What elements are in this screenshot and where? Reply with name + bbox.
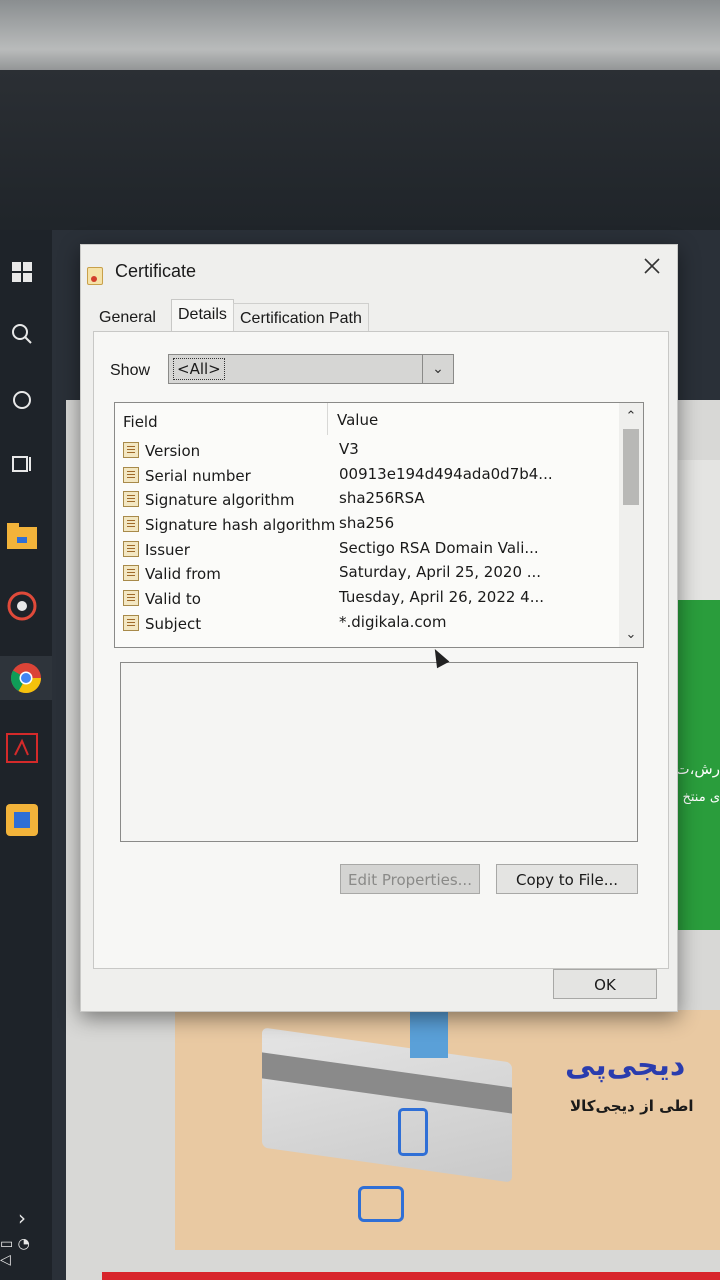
media-icon[interactable] xyxy=(0,584,44,628)
field-name: Signature algorithm xyxy=(145,491,295,510)
close-icon xyxy=(644,258,660,274)
field-value: *.digikala.com xyxy=(339,612,447,631)
phone-icon xyxy=(398,1108,428,1156)
field-detail-textbox[interactable] xyxy=(120,662,638,842)
list-item[interactable]: Valid to Tuesday, April 26, 2022 4... xyxy=(115,587,615,612)
fields-list[interactable]: Field Value Version V3 Serial number 009… xyxy=(114,402,644,648)
field-name: Signature hash algorithm xyxy=(145,516,336,535)
field-name: Issuer xyxy=(145,540,190,559)
field-value: Sectigo RSA Domain Vali... xyxy=(339,538,539,557)
chevron-down-icon[interactable]: ⌄ xyxy=(422,355,453,383)
list-item[interactable]: Signature hash algorithm sha256 xyxy=(115,513,615,538)
list-item[interactable]: Valid from Saturday, April 25, 2020 ... xyxy=(115,562,615,587)
list-scrollbar[interactable]: ⌃ ⌄ xyxy=(619,403,643,647)
column-divider[interactable] xyxy=(327,403,328,435)
chevron-down-icon[interactable]: ⌄ xyxy=(619,623,643,645)
certificate-field-icon xyxy=(123,491,139,508)
field-name: Version xyxy=(145,442,201,460)
copy-to-file-button[interactable]: Copy to File... xyxy=(496,864,638,894)
certificate-field-icon xyxy=(123,442,139,458)
field-value: V3 xyxy=(339,440,359,458)
field-name: Serial number xyxy=(145,466,251,485)
red-footer-bar xyxy=(102,1272,720,1280)
taskbar: › ▭ ◔ ◁ xyxy=(0,230,52,1280)
close-button[interactable] xyxy=(637,251,667,281)
show-dropdown[interactable]: <All> ⌄ xyxy=(168,354,454,384)
fridge-icon xyxy=(410,1010,448,1058)
certificate-field-icon xyxy=(123,565,139,582)
ok-button[interactable]: OK xyxy=(553,969,657,999)
field-name: Valid from xyxy=(145,565,221,584)
field-value: Tuesday, April 26, 2022 4... xyxy=(339,588,545,607)
show-dropdown-value: <All> xyxy=(173,358,225,380)
list-item[interactable]: Issuer Sectigo RSA Domain Vali... xyxy=(115,538,615,563)
list-item[interactable]: Signature algorithm sha256RSA xyxy=(115,488,615,513)
field-value: 00913e194d494ada0d7b4... xyxy=(339,464,553,483)
list-header: Field Value xyxy=(115,403,615,435)
system-tray-icons[interactable]: ▭ ◔ ◁ xyxy=(0,1230,44,1274)
certificate-icon xyxy=(87,267,103,285)
promo-brand-logo: دیجی‌پی xyxy=(565,1048,686,1083)
task-view-icon[interactable] xyxy=(0,442,44,486)
search-icon[interactable] xyxy=(0,312,44,356)
certificate-field-icon xyxy=(123,614,139,631)
camera-icon xyxy=(358,1186,404,1222)
title-bar[interactable]: Certificate xyxy=(81,245,677,289)
app-icon[interactable] xyxy=(0,798,44,842)
dialog-title: Certificate xyxy=(115,261,197,281)
tab-certification-path[interactable]: Certification Path xyxy=(233,303,369,332)
certificate-field-icon xyxy=(123,590,139,607)
acrobat-icon[interactable] xyxy=(0,726,44,770)
field-rows: Version V3 Serial number 00913e194d494ad… xyxy=(115,439,615,637)
list-item[interactable]: Serial number 00913e194d494ada0d7b4... xyxy=(115,464,615,489)
tab-details[interactable]: Details xyxy=(171,299,234,332)
field-value: Saturday, April 25, 2020 ... xyxy=(339,563,542,582)
show-label: Show xyxy=(110,362,151,379)
field-value: sha256RSA xyxy=(339,489,425,508)
field-name: Valid to xyxy=(145,590,201,609)
scrollbar-thumb[interactable] xyxy=(623,429,639,505)
certificate-field-icon xyxy=(123,540,139,557)
green-banner-subtext: ی منتخ xyxy=(682,790,720,805)
list-item[interactable]: Subject *.digikala.com xyxy=(115,612,615,637)
promo-subtitle: اطی از دیجی‌کالا xyxy=(570,1097,694,1115)
column-header-value[interactable]: Value xyxy=(337,411,378,429)
cortana-icon[interactable] xyxy=(0,378,44,422)
details-panel: Show <All> ⌄ Field Value Version V3 Seri… xyxy=(93,331,669,969)
green-banner-text: رش،ت xyxy=(676,760,720,778)
field-name: Subject xyxy=(145,614,202,633)
chrome-icon[interactable] xyxy=(0,656,52,700)
certificate-field-icon xyxy=(123,466,139,483)
list-item[interactable]: Version V3 xyxy=(115,439,615,464)
certificate-dialog: Certificate General Details Certificatio… xyxy=(80,244,678,1012)
windows-icon[interactable] xyxy=(0,250,44,294)
tab-general[interactable]: General xyxy=(93,303,162,331)
monitor-bezel xyxy=(0,70,720,240)
folder-icon[interactable] xyxy=(0,514,44,558)
chevron-up-icon[interactable]: ⌃ xyxy=(619,405,643,427)
edit-properties-button[interactable]: Edit Properties... xyxy=(340,864,480,894)
field-value: sha256 xyxy=(339,514,395,533)
certificate-field-icon xyxy=(123,516,139,533)
column-header-field[interactable]: Field xyxy=(123,413,158,431)
